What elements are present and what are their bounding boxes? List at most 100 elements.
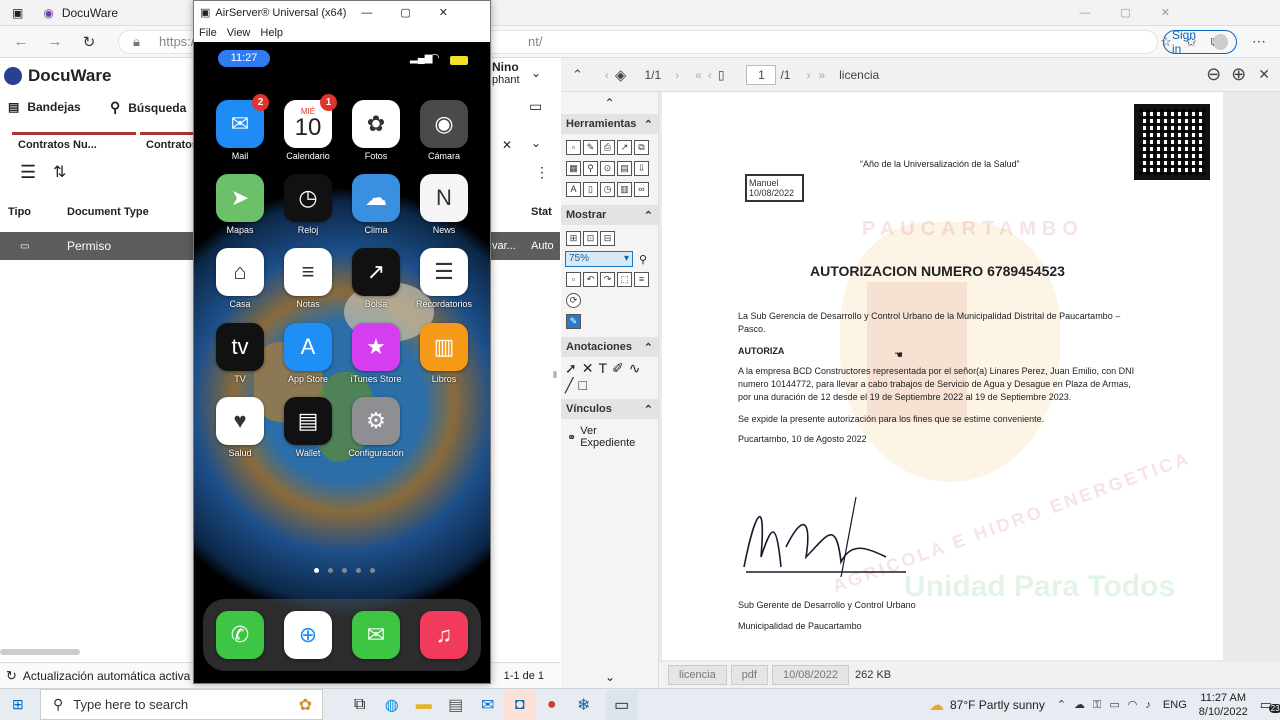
download-icon[interactable]: ⇩ (634, 161, 649, 176)
refresh-icon[interactable]: ↻ (76, 33, 102, 51)
first-page-icon[interactable]: « (695, 68, 702, 82)
stamp-annotation[interactable]: Manuel 10/08/2022 (745, 174, 804, 202)
fit-width-icon[interactable]: ⊡ (583, 231, 598, 246)
back-icon[interactable]: ← (8, 33, 34, 50)
user-menu[interactable]: Nino phant (492, 60, 520, 86)
last-page-icon[interactable]: » (818, 68, 825, 82)
column-type[interactable]: Tipo (8, 206, 31, 218)
airserver-window-controls[interactable]: —▢✕ (361, 6, 476, 19)
menu-file[interactable]: File (199, 27, 217, 39)
column-status[interactable]: Stat (531, 206, 552, 218)
user-chevron-icon[interactable]: ⌄ (531, 66, 541, 80)
more-options-icon[interactable]: ⋮ (535, 164, 549, 181)
sidebar-up-icon[interactable]: ⌃ (561, 92, 658, 114)
app-c-mara[interactable]: ◉ (420, 100, 468, 148)
fit-height-icon[interactable]: ⊟ (600, 231, 615, 246)
index-icon[interactable]: ▤ (617, 161, 632, 176)
search-menu[interactable]: ⚲ Búsqueda (110, 99, 186, 116)
more-icon[interactable]: ⋯ (1252, 33, 1266, 50)
language-indicator[interactable]: ENG (1163, 699, 1187, 711)
snowflake-app-icon[interactable]: ❄ (568, 690, 600, 720)
search-doc-icon[interactable]: ⚲ (583, 161, 598, 176)
collapse-annotations-icon[interactable]: ⌃ (644, 341, 653, 354)
tab-actions-icon[interactable]: ▣ (12, 6, 23, 20)
app-recordatorios[interactable]: ☰ (420, 248, 468, 296)
zoom-in-icon[interactable]: ⊕ (1231, 64, 1246, 85)
close-viewer-icon[interactable]: ✕ (1258, 66, 1270, 83)
tab-title[interactable]: DocuWare (62, 6, 118, 20)
app-configuraci-n[interactable]: ⚙ (352, 397, 400, 445)
signin-button[interactable]: Sign in (1163, 28, 1237, 56)
outlook-icon[interactable]: ◘ (503, 689, 536, 720)
prev-doc-icon[interactable]: ‹ (605, 68, 609, 82)
page-number-input[interactable]: 1 (746, 64, 777, 85)
sort-icon[interactable]: ⇅ (53, 162, 66, 182)
section-links[interactable]: Vínculos ⌃ (561, 399, 658, 419)
next-doc-icon[interactable]: › (675, 68, 679, 82)
app-itunes-store[interactable]: ★ (352, 323, 400, 371)
app-notas[interactable]: ≡ (284, 248, 332, 296)
tray-icons[interactable]: ⌃☁⚿▭◠♪ (1057, 698, 1159, 712)
app-clima[interactable]: ☁ (352, 174, 400, 222)
collapse-tools-icon[interactable]: ⌃ (644, 118, 653, 131)
layers-icon[interactable]: ◈ (615, 66, 627, 84)
sidebar-down-icon[interactable]: ⌄ (561, 670, 659, 684)
edit-icon[interactable]: ✎ (583, 140, 598, 155)
file-explorer-icon[interactable]: ▬ (408, 690, 440, 720)
app-app-store[interactable]: A (284, 323, 332, 371)
app-news[interactable]: N (420, 174, 468, 222)
dock-messages[interactable]: ✉ (352, 611, 400, 659)
prev-page-icon[interactable]: ‹ (708, 68, 712, 82)
app-tv[interactable]: tv (216, 323, 264, 371)
collapse-icon[interactable]: ⌃ (572, 67, 583, 83)
rotate-right-icon[interactable]: ↷ (600, 272, 615, 287)
refresh-view-icon[interactable]: ⟳ (566, 293, 581, 308)
workflow-icon[interactable]: ▥ (617, 182, 632, 197)
column-document-type[interactable]: Document Type (67, 206, 149, 218)
freehand-icon[interactable]: ∿ (629, 360, 646, 376)
next-page-icon[interactable]: › (806, 68, 810, 82)
menu-help[interactable]: Help (260, 27, 283, 39)
copy-icon[interactable]: ⧉ (634, 140, 649, 155)
forward-icon[interactable]: → (42, 33, 68, 50)
thumbnail-icon[interactable]: ▫ (566, 272, 581, 287)
window-controls[interactable]: —▢✕ (1079, 6, 1200, 19)
inbox-menu[interactable]: ▤ Bandejas (8, 100, 81, 114)
link-ver-expediente[interactable]: ⚭ Ver Expediente (561, 419, 658, 455)
section-show[interactable]: Mostrar ⌃ (561, 205, 658, 225)
save-icon[interactable]: ▫ (566, 140, 581, 155)
store-icon[interactable]: ▤ (440, 690, 472, 720)
windows-start-icon[interactable]: ⊞ (12, 696, 24, 713)
app-bolsa[interactable]: ↗ (352, 248, 400, 296)
powerpoint-icon[interactable]: ● (536, 690, 568, 720)
collapse-show-icon[interactable]: ⌃ (644, 209, 653, 222)
tab-contratos-nuevos[interactable]: Contratos Nu... (12, 132, 136, 154)
horizontal-scrollbar[interactable] (0, 649, 80, 655)
app-reloj[interactable]: ◷ (284, 174, 332, 222)
clock[interactable]: 11:27 AM 8/10/2022 (1199, 691, 1248, 719)
align-icon[interactable]: ≡ (634, 272, 649, 287)
app-salud[interactable]: ♥ (216, 397, 264, 445)
panel-toggle-icon[interactable]: ▭ (529, 98, 542, 115)
annotate-mode-icon[interactable]: ✎ (566, 314, 581, 329)
highlighter-icon[interactable]: ✐ (612, 360, 629, 376)
splitter-handle[interactable]: ⦀ (553, 370, 557, 381)
ocr-icon[interactable]: A (566, 182, 581, 197)
task-view-icon[interactable]: ⧉ (344, 690, 376, 720)
select-area-icon[interactable]: ⬚ (617, 272, 632, 287)
tabs-chevron-icon[interactable]: ⌄ (531, 136, 541, 150)
close-tab-icon[interactable]: ✕ (502, 138, 512, 152)
dock-safari[interactable]: ⊕ (284, 611, 332, 659)
print-icon[interactable]: ⎙ (600, 140, 615, 155)
link-icon[interactable]: ∞ (634, 182, 649, 197)
text-tool-icon[interactable]: T (598, 360, 612, 376)
stamp-icon[interactable]: ⊙ (600, 161, 615, 176)
list-view-icon[interactable]: ☰ (20, 162, 36, 183)
pointer-icon[interactable]: ➚ (565, 360, 582, 376)
zoom-out-icon[interactable]: ⊖ (1206, 64, 1221, 85)
auto-refresh-icon[interactable]: ↻ (6, 668, 17, 684)
notification-icon[interactable]: ▭ 23 (1260, 697, 1280, 713)
mail-app-icon[interactable]: ✉ (472, 690, 504, 720)
rotate-left-icon[interactable]: ↶ (583, 272, 598, 287)
dock-phone[interactable]: ✆ (216, 611, 264, 659)
